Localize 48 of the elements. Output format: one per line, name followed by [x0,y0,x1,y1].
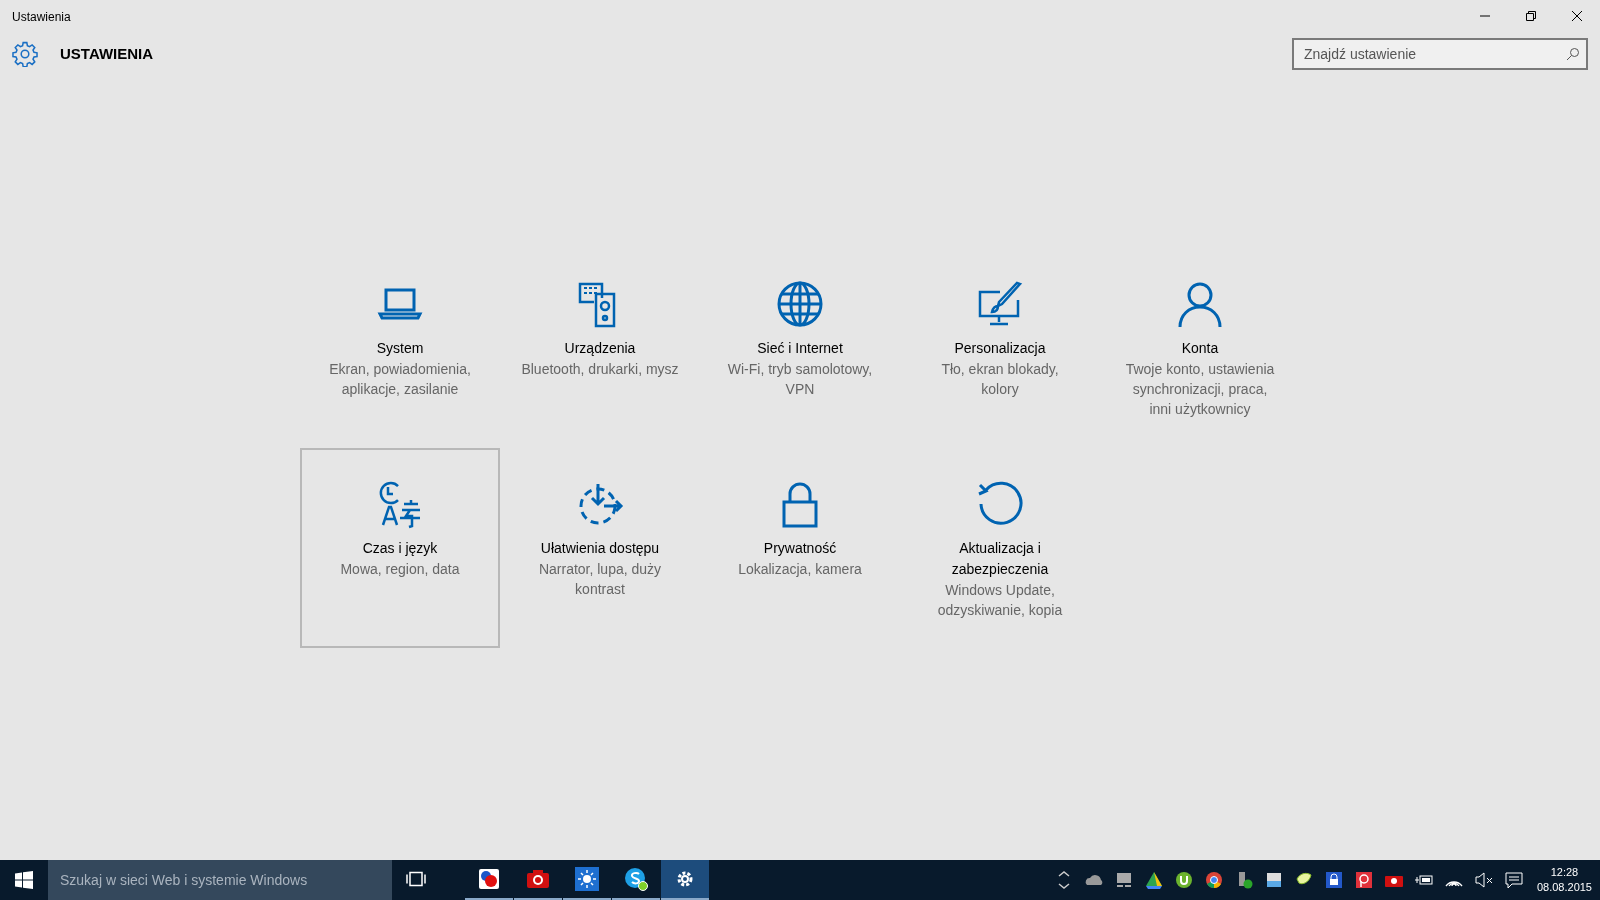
category-title: Ułatwienia dostępu [540,539,660,558]
settings-category-tile[interactable]: Prywatność Lokalizacja, kamera [700,448,900,648]
person-icon [1176,280,1224,330]
category-description: Ekran, powiadomienia, aplikacje, zasilanie [328,360,472,399]
page-title: USTAWIENIA [60,43,154,64]
taskbar-search-field[interactable]: Szukaj w sieci Web i systemie Windows [48,860,392,900]
close-icon [1572,11,1582,21]
category-title: Urządzenia [564,339,636,358]
category-description: Bluetooth, drukarki, mysz [521,360,679,379]
windows-logo-icon [15,871,33,889]
settings-category-tile[interactable]: System Ekran, powiadomienia, aplikacje, zasilanie [300,248,500,448]
camera-icon [526,867,550,891]
category-title: Konta [1181,339,1219,358]
settings-category-tile[interactable]: Personalizacja Tło, ekran blokady, kolory [900,248,1100,448]
restore-icon [1526,11,1536,21]
category-title: Aktualizacja i zabezpieczenia [950,539,1050,579]
category-description: Mowa, region, data [340,560,460,579]
category-title: Czas i język [362,539,438,558]
category-description: Twoje konto, ustawienia synchronizacji, praca, inni użytkownicy [1124,360,1276,419]
category-description: Wi-Fi, tryb samolotowy, VPN [726,360,874,399]
search-field[interactable]: Znajdź ustawienie [1292,38,1588,70]
circles-app-icon [477,867,501,891]
category-description: Windows Update, odzyskiwanie, kopia [936,581,1064,620]
category-description: Narrator, lupa, duży kontrast [537,560,663,599]
window-title: Ustawienia [11,9,72,26]
settings-category-tile[interactable]: Konta Twoje konto, ustawienia synchronizacji, praca, inni użytkownicy [1100,248,1300,448]
search-icon [1566,47,1580,61]
clock-time: 12:28 [1549,865,1580,880]
clock-date: 08.08.2015 [1536,880,1592,895]
settings-category-tile[interactable]: Aktualizacja i zabezpieczenia Windows Update, odzyskiwanie, kopia [900,448,1100,648]
taskbar-app-button[interactable] [661,860,709,900]
settings-icon [12,41,38,67]
chat-bubble-icon [624,867,648,891]
category-description: Lokalizacja, kamera [738,560,862,579]
category-title: System [376,339,424,358]
category-title: Sieć i Internet [757,339,843,358]
category-title: Prywatność [763,539,837,558]
settings-category-tile[interactable]: Sieć i Internet Wi-Fi, tryb samolotowy, VPN [700,248,900,448]
notification-icon[interactable] [1502,869,1525,891]
category-description: Tło, ekran blokady, kolory [940,360,1060,399]
category-title: Personalizacja [954,339,1046,358]
settings-category-tile[interactable]: Czas i język Mowa, region, data [300,448,500,648]
clock[interactable]: 12:28 08.08.2015 [1536,865,1592,895]
task-view-icon [405,871,427,887]
settings-category-tile[interactable]: Ułatwienia dostępu Narrator, lupa, duży kontrast [500,448,700,648]
sun-icon [575,867,599,891]
speaker-muted-icon[interactable] [1472,869,1495,891]
settings-category-tile[interactable]: Urządzenia Bluetooth, drukarki, mysz [500,248,700,448]
